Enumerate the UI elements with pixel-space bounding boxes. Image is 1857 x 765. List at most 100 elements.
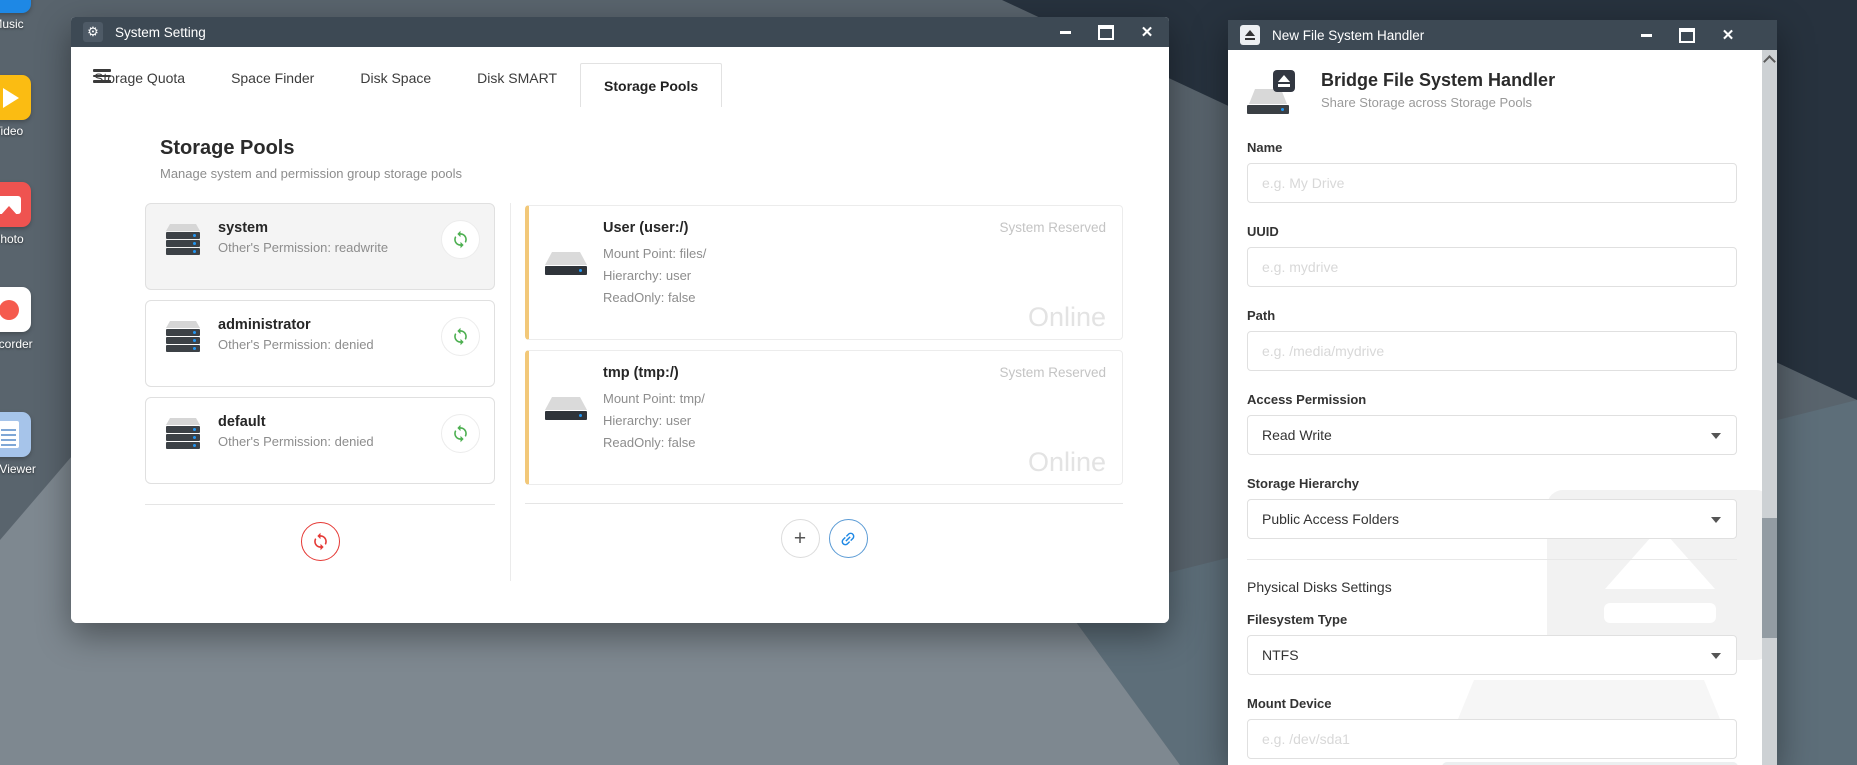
maximize-icon <box>1098 25 1114 40</box>
maximize-button[interactable] <box>1092 20 1120 44</box>
photo-glyph-icon <box>0 196 21 214</box>
minimize-button[interactable] <box>1632 23 1660 47</box>
handler-subtitle: Share Storage across Storage Pools <box>1321 95 1555 110</box>
page-title: Storage Pools <box>160 137 462 160</box>
name-input[interactable] <box>1247 163 1737 203</box>
uuid-label: UUID <box>1247 224 1737 239</box>
system-reserved-badge: System Reserved <box>999 365 1106 380</box>
path-label: Path <box>1247 308 1737 323</box>
music-app-icon[interactable] <box>0 0 31 13</box>
sync-icon <box>451 424 470 443</box>
nas-icon <box>166 321 200 352</box>
eject-icon <box>1240 25 1260 45</box>
maximize-button[interactable] <box>1673 23 1701 47</box>
scrollbar[interactable] <box>1762 50 1777 765</box>
tab-storage-pools[interactable]: Storage Pools <box>580 63 722 108</box>
tab-storage-quota[interactable]: Storage Quota <box>71 48 208 107</box>
filesystem-card-tmp[interactable]: tmp (tmp:/) System Reserved Mount Point:… <box>525 350 1123 485</box>
photo-app-icon[interactable] <box>0 182 31 227</box>
sync-icon <box>311 532 330 551</box>
divider <box>510 203 511 581</box>
sync-icon <box>451 327 470 346</box>
storage-pools-panel: Storage Pools Manage system and permissi… <box>71 107 1169 623</box>
video-app-icon[interactable] <box>0 75 31 120</box>
mount-device-label: Mount Device <box>1247 696 1737 711</box>
pool-permission: Other's Permission: readwrite <box>218 240 441 255</box>
play-icon <box>3 88 19 108</box>
filesystem-card-user[interactable]: User (user:/) System Reserved Mount Poin… <box>525 205 1123 340</box>
sync-icon <box>451 230 470 249</box>
pool-permission: Other's Permission: denied <box>218 337 441 352</box>
refresh-pools-button[interactable] <box>301 522 340 561</box>
tab-disk-space[interactable]: Disk Space <box>337 48 454 107</box>
mount-device-input[interactable] <box>1247 719 1737 759</box>
close-button[interactable]: ✕ <box>1714 23 1742 47</box>
chevron-down-icon <box>1711 517 1721 523</box>
pool-card-default[interactable]: default Other's Permission: denied <box>145 397 495 484</box>
handler-title: Bridge File System Handler <box>1321 70 1555 91</box>
minimize-icon <box>1641 34 1652 37</box>
divider <box>145 504 495 505</box>
scrollbar-thumb[interactable] <box>1762 518 1777 638</box>
storage-hierarchy-label: Storage Hierarchy <box>1247 476 1737 491</box>
pool-list: system Other's Permission: readwrite adm… <box>145 203 495 561</box>
fileviewer-app-icon[interactable] <box>0 412 31 457</box>
filesystem-type-select[interactable]: NTFS <box>1247 635 1737 675</box>
window-title: System Setting <box>115 25 1038 40</box>
close-icon: ✕ <box>1722 28 1735 43</box>
tab-space-finder[interactable]: Space Finder <box>208 48 337 107</box>
pool-refresh-button[interactable] <box>441 317 480 356</box>
nas-icon <box>166 418 200 449</box>
chevron-down-icon <box>1711 433 1721 439</box>
mount-point-text: Mount Point: files/ <box>603 246 706 261</box>
recorder-app-label: Recorder <box>0 338 50 351</box>
pool-refresh-button[interactable] <box>441 220 480 259</box>
close-button[interactable]: ✕ <box>1133 20 1161 44</box>
photo-app-label: Photo <box>0 233 50 246</box>
record-dot-icon <box>0 300 19 320</box>
tab-disk-smart[interactable]: Disk SMART <box>454 48 580 107</box>
access-permission-select[interactable]: Read Write <box>1247 415 1737 455</box>
drive-icon <box>545 252 587 275</box>
mount-point-text: Mount Point: tmp/ <box>603 391 705 406</box>
filesystem-type-label: Filesystem Type <box>1247 612 1737 627</box>
pool-permission: Other's Permission: denied <box>218 434 441 449</box>
new-file-system-handler-window: New File System Handler ✕ <box>1228 20 1777 765</box>
menu-button[interactable] <box>93 69 111 86</box>
name-label: Name <box>1247 140 1737 155</box>
add-filesystem-button[interactable]: + <box>781 519 820 558</box>
fileviewer-app-label: FileViewer <box>0 463 36 476</box>
video-app-label: Video <box>0 125 50 138</box>
document-icon <box>0 421 19 448</box>
page-subtitle: Manage system and permission group stora… <box>160 166 462 181</box>
status-watermark: Online <box>1028 302 1106 333</box>
filesystem-list: User (user:/) System Reserved Mount Poin… <box>525 205 1123 558</box>
storage-hierarchy-value: Public Access Folders <box>1262 511 1399 527</box>
system-reserved-badge: System Reserved <box>999 220 1106 235</box>
pool-card-system[interactable]: system Other's Permission: readwrite <box>145 203 495 290</box>
link-filesystem-button[interactable] <box>829 519 868 558</box>
gear-icon: ⚙ <box>83 22 103 42</box>
system-setting-window: ⚙ System Setting ✕ Storage Quota Space F… <box>71 17 1169 623</box>
settings-tabbar: Storage Quota Space Finder Disk Space Di… <box>71 47 1169 108</box>
physical-disks-section-title: Physical Disks Settings <box>1247 579 1737 595</box>
plus-icon: + <box>794 527 806 551</box>
pool-card-administrator[interactable]: administrator Other's Permission: denied <box>145 300 495 387</box>
access-permission-value: Read Write <box>1262 427 1332 443</box>
system-setting-titlebar[interactable]: ⚙ System Setting ✕ <box>71 17 1169 47</box>
storage-hierarchy-select[interactable]: Public Access Folders <box>1247 499 1737 539</box>
minimize-button[interactable] <box>1051 20 1079 44</box>
divider <box>1247 559 1737 560</box>
handler-titlebar[interactable]: New File System Handler ✕ <box>1228 20 1777 50</box>
pool-refresh-button[interactable] <box>441 414 480 453</box>
pool-name: administrator <box>218 317 441 333</box>
divider <box>525 503 1123 504</box>
hierarchy-text: Hierarchy: user <box>603 413 691 428</box>
filesystem-type-value: NTFS <box>1262 647 1299 663</box>
music-app-label: Music <box>0 18 50 31</box>
recorder-app-icon[interactable] <box>0 287 31 332</box>
uuid-input[interactable] <box>1247 247 1737 287</box>
path-input[interactable] <box>1247 331 1737 371</box>
window-title: New File System Handler <box>1272 28 1619 43</box>
status-watermark: Online <box>1028 447 1106 478</box>
